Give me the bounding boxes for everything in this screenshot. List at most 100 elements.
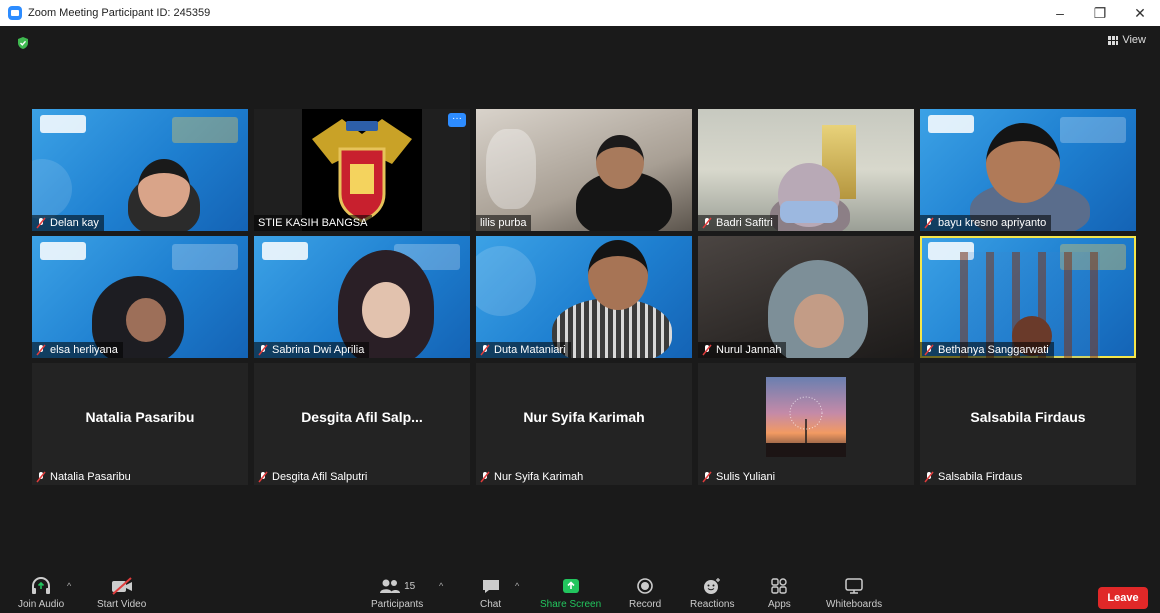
campus-logo-overlay [262, 242, 308, 260]
video-tile[interactable]: bayu kresno apriyanto [920, 109, 1136, 231]
participant-name-label: Sabrina Dwi Aprilia [254, 342, 370, 358]
participant-name-label: STIE KASIH BANGSA [254, 215, 373, 231]
participant-name: Nur Syifa Karimah [494, 471, 584, 483]
stie-kasih-bangsa-emblem [312, 119, 412, 223]
participant-head [126, 298, 166, 342]
tile-more-button[interactable]: ··· [448, 113, 466, 127]
video-tile[interactable]: Duta Mataniari [476, 236, 692, 358]
zoom-app-icon [8, 6, 22, 20]
participant-name: elsa herliyana [50, 344, 118, 356]
video-tile[interactable]: lilis purba [476, 109, 692, 231]
participant-head [794, 294, 844, 348]
video-tile[interactable]: ··· STIE KASIH BANGSA [254, 109, 470, 231]
mic-muted-icon [924, 471, 934, 483]
close-button[interactable]: ✕ [1120, 0, 1160, 26]
participant-name: Duta Mataniari [494, 344, 566, 356]
participant-name: Delan kay [50, 217, 99, 229]
video-off-icon [111, 577, 132, 595]
video-tile[interactable]: elsa herliyana [32, 236, 248, 358]
share-screen-icon [562, 579, 579, 593]
meeting-toolbar: Join Audio ^ Start Video 15 Participants… [0, 571, 1160, 613]
course-banner-overlay [172, 244, 238, 270]
mic-muted-icon [924, 344, 934, 356]
video-off-tile[interactable]: Desgita Afil Salp... Desgita Afil Salput… [254, 363, 470, 485]
join-audio-label: Join Audio [18, 599, 65, 610]
apps-label: Apps [768, 599, 791, 610]
participant-name: STIE KASIH BANGSA [258, 217, 368, 229]
background-decoration [486, 129, 536, 209]
participant-head [986, 123, 1060, 203]
video-off-tile[interactable]: Sulis Yuliani [698, 363, 914, 485]
whiteboards-button[interactable]: Whiteboards [826, 575, 882, 610]
participant-name-label: Desgita Afil Salputri [254, 469, 372, 485]
chat-button[interactable]: Chat [480, 575, 501, 610]
reactions-button[interactable]: Reactions [690, 575, 734, 610]
window-title: Zoom Meeting Participant ID: 245359 [28, 7, 211, 19]
minimize-button[interactable]: – [1040, 0, 1080, 26]
participant-head [138, 159, 190, 217]
audio-options-caret[interactable]: ^ [67, 581, 71, 591]
share-screen-button[interactable]: Share Screen [540, 575, 601, 610]
background-decoration [476, 246, 536, 316]
participant-name: Desgita Afil Salputri [272, 471, 368, 483]
participant-name: Sabrina Dwi Aprilia [272, 344, 365, 356]
reactions-icon [704, 578, 721, 594]
headphones-icon [32, 577, 51, 594]
participant-name-label: bayu kresno apriyanto [920, 215, 1052, 231]
participant-name-label: Duta Mataniari [476, 342, 571, 358]
participants-label: Participants [371, 599, 424, 610]
participant-name: Natalia Pasaribu [50, 471, 131, 483]
video-tile[interactable]: Sabrina Dwi Aprilia [254, 236, 470, 358]
video-tile[interactable]: Badri Safitri [698, 109, 914, 231]
participant-display-name: Nur Syifa Karimah [523, 409, 645, 425]
record-button[interactable]: Record [629, 575, 661, 610]
mic-muted-icon [924, 217, 934, 229]
window-titlebar: Zoom Meeting Participant ID: 245359 – ❐ … [0, 0, 1160, 26]
participants-icon [380, 579, 401, 593]
leave-button[interactable]: Leave [1098, 587, 1148, 609]
view-label: View [1122, 34, 1146, 46]
video-off-tile[interactable]: Salsabila Firdaus Salsabila Firdaus [920, 363, 1136, 485]
video-off-tile[interactable]: Natalia Pasaribu Natalia Pasaribu [32, 363, 248, 485]
participant-name-label: Nurul Jannah [698, 342, 787, 358]
participant-name: bayu kresno apriyanto [938, 217, 1047, 229]
reactions-label: Reactions [690, 599, 735, 610]
participant-name: lilis purba [480, 217, 527, 229]
participants-options-caret[interactable]: ^ [439, 581, 443, 591]
grid-view-icon [1108, 35, 1119, 45]
whiteboards-label: Whiteboards [826, 599, 883, 610]
join-audio-button[interactable]: Join Audio [18, 575, 64, 610]
participant-name-label: elsa herliyana [32, 342, 123, 358]
profile-photo-dandelion-sunset [766, 377, 846, 457]
apps-button[interactable]: Apps [768, 575, 791, 610]
participant-name-label: Delan kay [32, 215, 104, 231]
campus-logo-overlay [40, 115, 86, 133]
video-tile[interactable]: Delan kay [32, 109, 248, 231]
chat-options-caret[interactable]: ^ [515, 581, 519, 591]
participant-name: Sulis Yuliani [716, 471, 776, 483]
background-decoration [32, 159, 72, 219]
mic-muted-icon [480, 344, 490, 356]
record-icon [637, 578, 653, 594]
encryption-shield-icon[interactable] [16, 36, 30, 50]
gallery-grid: Delan kay ··· STIE KASIH BANGSA lilis pu… [32, 109, 1136, 485]
campus-logo-overlay [928, 115, 974, 133]
video-tile[interactable]: Nurul Jannah [698, 236, 914, 358]
start-video-button[interactable]: Start Video [97, 575, 146, 610]
restore-button[interactable]: ❐ [1080, 0, 1120, 26]
participant-name-label: Nur Syifa Karimah [476, 469, 588, 485]
participant-display-name: Salsabila Firdaus [970, 409, 1086, 425]
mic-muted-icon [702, 344, 712, 356]
participants-button[interactable]: 15 Participants [371, 575, 423, 610]
view-button[interactable]: View [1108, 34, 1146, 46]
participant-name-label: Badri Safitri [698, 215, 778, 231]
exam-banner-overlay [172, 117, 238, 143]
video-off-tile[interactable]: Nur Syifa Karimah Nur Syifa Karimah [476, 363, 692, 485]
share-screen-label: Share Screen [540, 599, 602, 610]
chat-icon [482, 580, 499, 593]
mic-muted-icon [480, 471, 490, 483]
face-mask [780, 201, 838, 223]
participant-name: Salsabila Firdaus [938, 471, 1023, 483]
video-tile-active-speaker[interactable]: Bethanya Sanggarwati [920, 236, 1136, 358]
course-banner-overlay [1060, 117, 1126, 143]
